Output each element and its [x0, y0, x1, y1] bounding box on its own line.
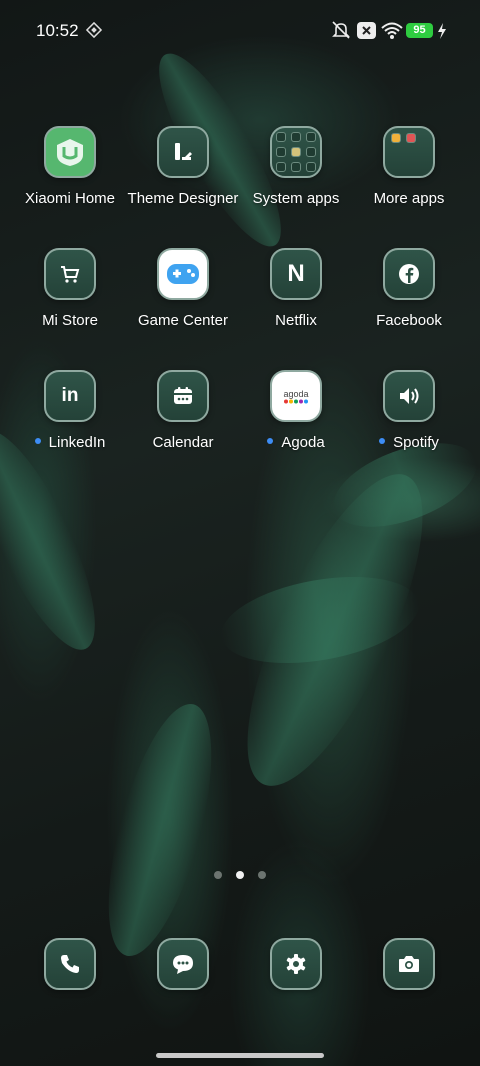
page-dot[interactable] — [258, 871, 266, 879]
theme-designer-icon — [157, 126, 209, 178]
folder-more-apps[interactable]: More apps — [353, 126, 465, 207]
gamepad-icon — [157, 248, 209, 300]
calendar-icon — [157, 370, 209, 422]
page-indicator — [0, 866, 480, 884]
app-linkedin[interactable]: in LinkedIn — [14, 370, 126, 451]
charging-icon — [437, 23, 447, 44]
mute-icon — [330, 20, 352, 45]
message-icon — [157, 938, 209, 990]
dock-settings[interactable] — [240, 938, 352, 990]
app-label: System apps — [252, 190, 340, 207]
xiaomi-home-icon — [44, 126, 96, 178]
app-label: Netflix — [275, 312, 317, 329]
app-label: Theme Designer — [127, 190, 239, 207]
app-label-row: Spotify — [353, 434, 465, 451]
app-netflix[interactable]: N Netflix — [240, 248, 352, 329]
wallpaper-leaf — [0, 416, 118, 664]
page-dot[interactable] — [214, 871, 222, 879]
dock-messages[interactable] — [127, 938, 239, 990]
new-install-dot — [379, 438, 386, 445]
app-calendar[interactable]: Calendar — [127, 370, 239, 451]
folder-icon — [383, 126, 435, 178]
app-label: Mi Store — [42, 312, 98, 329]
status-bar: 10:52 95 — [0, 0, 480, 62]
wifi-icon — [380, 20, 404, 45]
app-label: More apps — [373, 190, 445, 207]
app-xiaomi-home[interactable]: Xiaomi Home — [14, 126, 126, 207]
facebook-icon — [383, 248, 435, 300]
app-agoda[interactable]: agoda Agoda — [240, 370, 352, 451]
speaker-icon — [383, 370, 435, 422]
app-label-row: LinkedIn — [14, 434, 126, 451]
camera-icon — [383, 938, 435, 990]
wallpaper-leaf — [87, 694, 233, 966]
folder-icon — [270, 126, 322, 178]
app-label-row: Agoda — [240, 434, 352, 451]
app-label: Agoda — [281, 434, 325, 451]
netflix-icon: N — [270, 248, 322, 300]
app-spotify[interactable]: Spotify — [353, 370, 465, 451]
page-dot-active[interactable] — [236, 871, 244, 879]
new-install-dot — [267, 438, 274, 445]
folder-preview — [391, 133, 431, 143]
app-label: Game Center — [137, 312, 229, 329]
folder-preview — [276, 132, 316, 172]
phone-icon — [44, 938, 96, 990]
agoda-icon: agoda — [270, 370, 322, 422]
app-mi-store[interactable]: Mi Store — [14, 248, 126, 329]
cart-icon — [44, 248, 96, 300]
battery-icon: 95 — [406, 23, 433, 38]
agoda-logo-text: agoda — [283, 388, 309, 399]
folder-system-apps[interactable]: System apps — [240, 126, 352, 207]
app-label: Calendar — [152, 434, 214, 451]
clock: 10:52 — [36, 21, 79, 40]
netflix-letter: N — [287, 260, 305, 287]
app-facebook[interactable]: Facebook — [353, 248, 465, 329]
app-label: Xiaomi Home — [24, 190, 116, 207]
app-label: Facebook — [376, 312, 442, 329]
dock-phone[interactable] — [14, 938, 126, 990]
new-install-dot — [34, 438, 41, 445]
settings-icon — [270, 938, 322, 990]
app-game-center[interactable]: Game Center — [127, 248, 239, 329]
close-icon — [357, 22, 376, 44]
app-theme-designer[interactable]: Theme Designer — [127, 126, 239, 207]
linkedin-icon: in — [44, 370, 96, 422]
dock-camera[interactable] — [353, 938, 465, 990]
app-label: LinkedIn — [48, 434, 106, 451]
vpn-icon — [85, 21, 103, 43]
linkedin-letters: in — [61, 385, 79, 406]
home-gesture-bar[interactable] — [156, 1053, 324, 1058]
app-label: Spotify — [393, 434, 439, 451]
